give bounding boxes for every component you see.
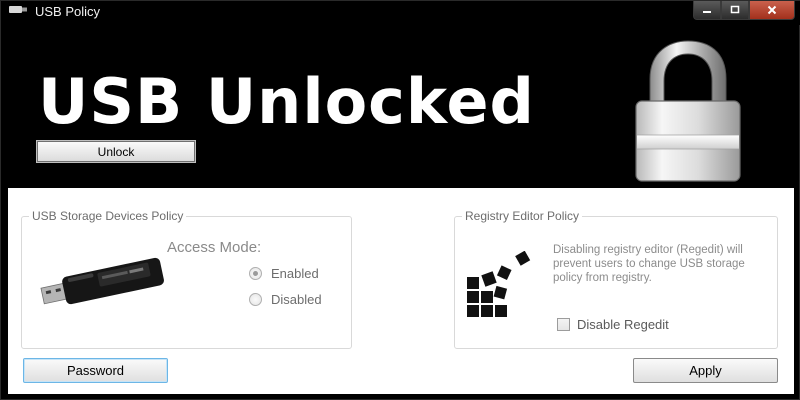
title-bar[interactable]: USB Policy (1, 1, 800, 25)
disable-regedit-option[interactable]: Disable Regedit (557, 317, 669, 332)
registry-editor-icon (467, 251, 531, 317)
status-header: USB Unlocked Unlock (8, 25, 794, 188)
disable-regedit-label: Disable Regedit (577, 317, 669, 332)
registry-editor-policy-title: Registry Editor Policy (462, 209, 583, 223)
access-mode-label: Access Mode: (167, 239, 262, 256)
unlock-button[interactable]: Unlock (36, 140, 196, 163)
usb-app-icon (9, 6, 27, 13)
close-button[interactable] (749, 1, 795, 20)
window-controls (693, 1, 795, 21)
usb-policy-window: USB Policy USB Unlocked Unlock USB Stora… (0, 0, 800, 400)
disabled-radio-label: Disabled (271, 292, 322, 307)
maximize-icon (730, 5, 740, 14)
maximize-button[interactable] (721, 1, 749, 20)
usb-storage-policy-group: USB Storage Devices Policy Access Mode: … (21, 209, 352, 349)
apply-button[interactable]: Apply (633, 358, 778, 383)
registry-editor-policy-group: Registry Editor Policy Disabling registr… (454, 209, 778, 349)
registry-policy-description: Disabling registry editor (Regedit) will… (553, 244, 745, 284)
access-mode-enabled-option[interactable]: Enabled (249, 266, 319, 281)
window-title: USB Policy (35, 4, 101, 19)
disable-regedit-checkbox[interactable] (557, 318, 570, 331)
usb-storage-policy-title: USB Storage Devices Policy (29, 209, 187, 223)
close-icon (767, 5, 777, 15)
disabled-radio[interactable] (249, 293, 262, 306)
usb-status-title: USB Unlocked (38, 65, 535, 138)
password-button[interactable]: Password (23, 358, 168, 383)
enabled-radio-label: Enabled (271, 266, 319, 281)
minimize-icon (703, 11, 711, 13)
enabled-radio[interactable] (249, 267, 262, 280)
padlock-open-icon (635, 40, 741, 182)
usb-flash-drive-image (40, 257, 164, 305)
policy-panel: USB Storage Devices Policy Access Mode: … (8, 188, 794, 394)
access-mode-disabled-option[interactable]: Disabled (249, 292, 322, 307)
minimize-button[interactable] (693, 1, 721, 20)
